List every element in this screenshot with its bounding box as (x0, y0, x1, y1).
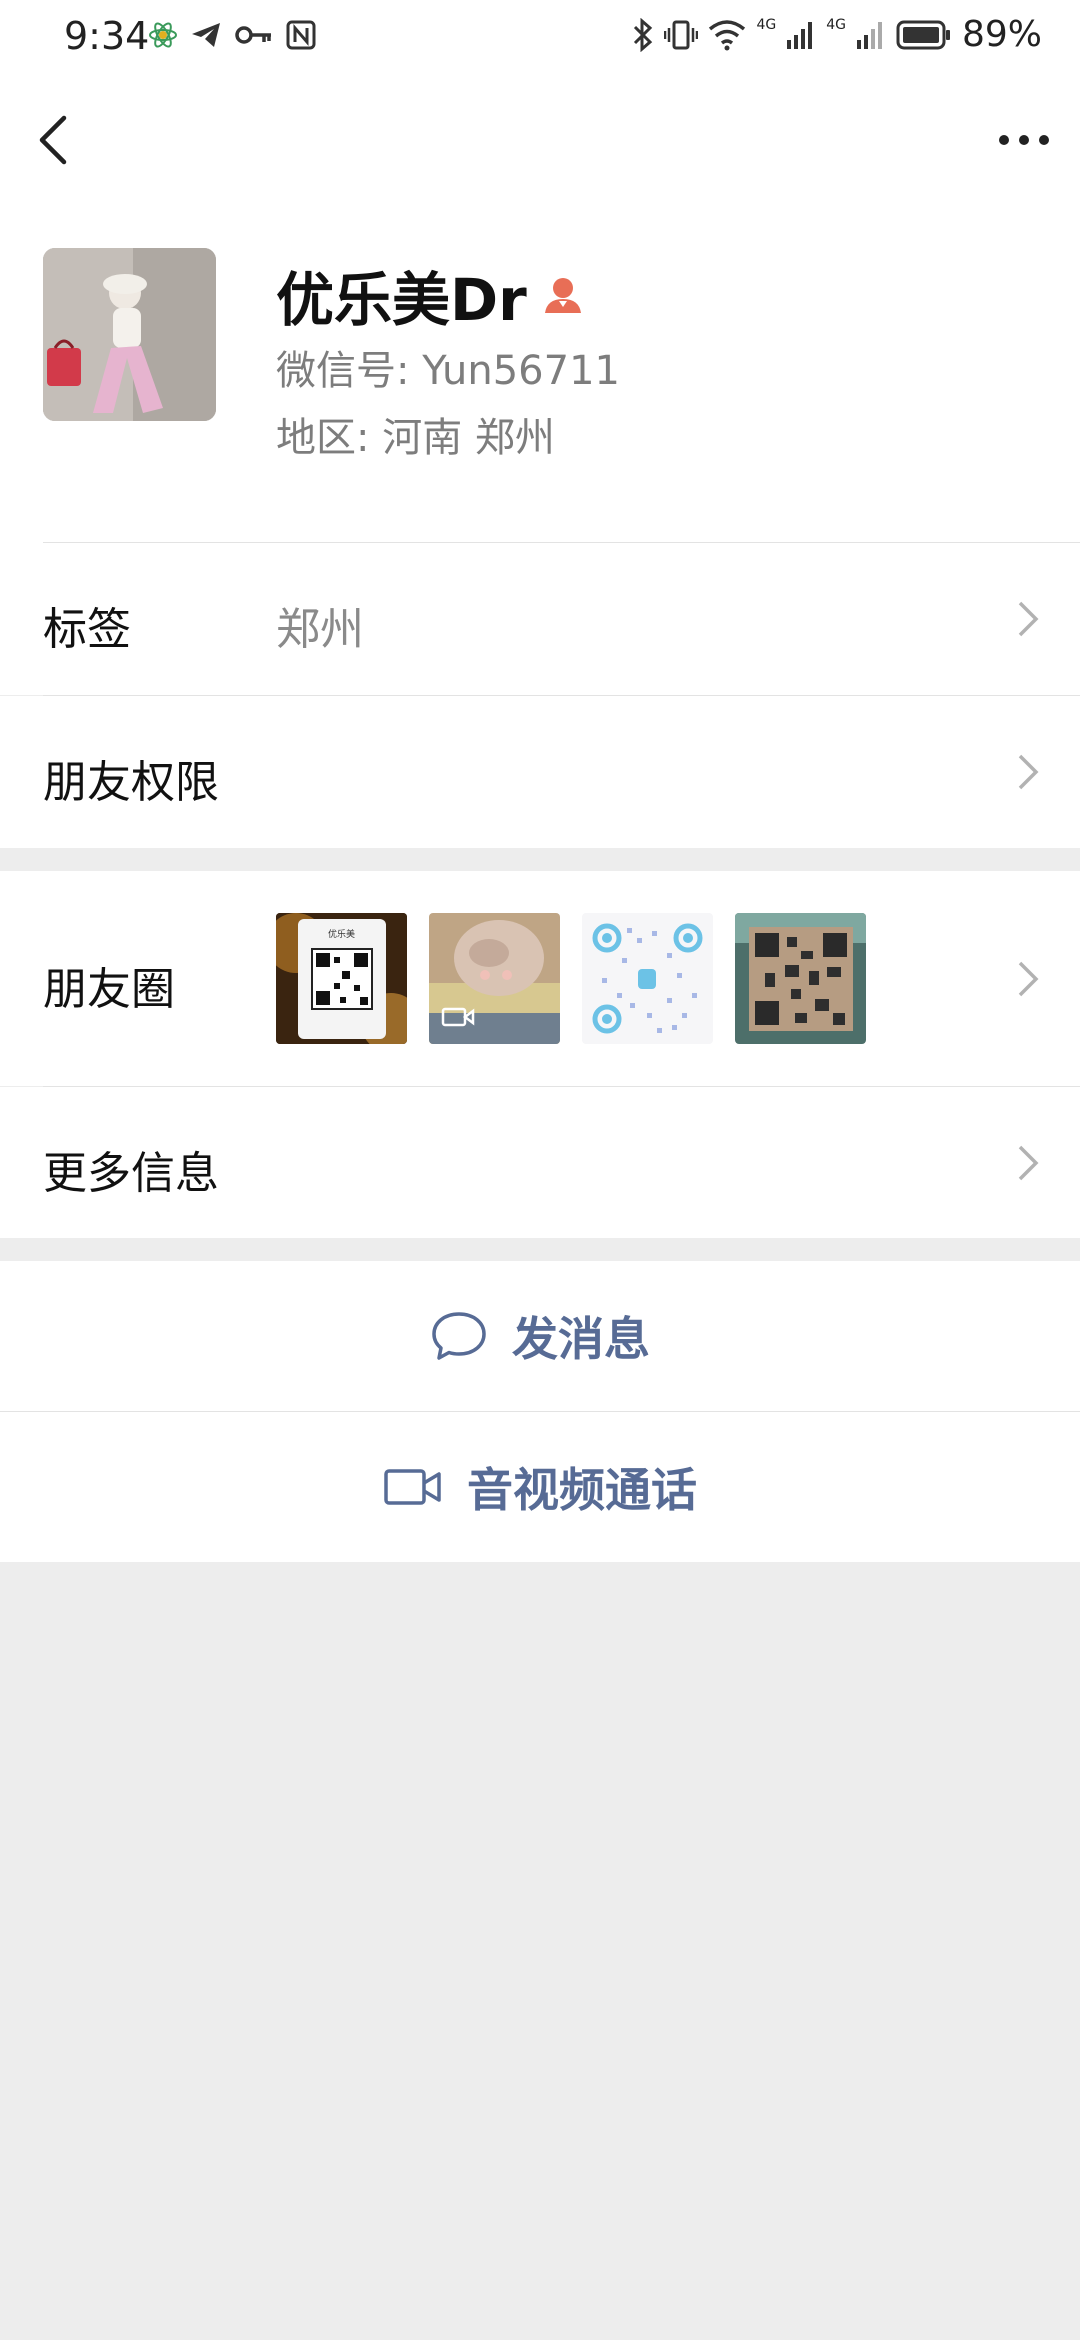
tags-row[interactable]: 标签 郑州 (0, 543, 1080, 695)
wifi-icon (709, 19, 746, 50)
status-bar: 9:34 4G 4G 89% (0, 0, 1080, 75)
battery-percent: 89% (961, 14, 1042, 55)
tags-value: 郑州 (276, 604, 364, 655)
tags-label: 标签 (43, 604, 131, 655)
more-info-row[interactable]: 更多信息 (0, 1087, 1080, 1238)
bluetooth-icon (634, 17, 653, 52)
send-message-button[interactable]: 发消息 (0, 1261, 1080, 1411)
status-time: 9:34 (64, 14, 150, 58)
voice-video-call-label: 音视频通话 (467, 1463, 697, 1517)
chevron-right-icon (1018, 601, 1039, 637)
voice-video-call-button[interactable]: 音视频通话 (0, 1412, 1080, 1562)
moments-thumb-video (429, 913, 560, 1044)
key-icon (235, 26, 271, 44)
chat-bubble-icon (432, 1312, 486, 1360)
contact-name: 优乐美Dr (276, 266, 527, 334)
wechat-id: 微信号: Yun56711 (276, 348, 620, 394)
chevron-left-icon[interactable] (34, 110, 74, 170)
vibrate-icon (664, 20, 699, 49)
telegram-icon (192, 23, 220, 47)
chevron-right-icon (1018, 961, 1039, 997)
nfc-icon (286, 20, 316, 50)
more-dots-icon[interactable] (994, 125, 1054, 155)
female-icon (544, 278, 581, 313)
signal-icon-2 (856, 21, 882, 49)
moments-thumb: 优乐美 (276, 913, 407, 1044)
moments-thumb (735, 913, 866, 1044)
chevron-right-icon (1018, 754, 1039, 790)
status-right-icons: 4G 4G 89% (632, 14, 1042, 55)
signal-icon-1 (787, 21, 813, 49)
name-row: 优乐美Dr (276, 253, 585, 337)
atom-icon (149, 22, 177, 48)
nav-bar (0, 75, 1080, 205)
avatar[interactable] (43, 248, 216, 421)
moments-label: 朋友圈 (43, 964, 175, 1015)
send-message-label: 发消息 (512, 1312, 650, 1366)
battery-icon (896, 20, 950, 49)
region: 地区: 河南 郑州 (276, 415, 555, 461)
network-type-1: 4G (756, 16, 777, 33)
moments-thumb (582, 913, 713, 1044)
profile-header: 优乐美Dr 微信号: Yun56711 地区: 河南 郑州 (0, 205, 1080, 543)
moments-row[interactable]: 朋友圈 优乐美 (0, 871, 1080, 1086)
chevron-right-icon (1018, 1145, 1039, 1181)
status-left-icons (148, 20, 316, 50)
more-info-label: 更多信息 (43, 1148, 219, 1199)
friend-permissions-row[interactable]: 朋友权限 (0, 696, 1080, 848)
friend-permissions-label: 朋友权限 (43, 757, 219, 808)
thumb-caption: 优乐美 (328, 930, 356, 940)
video-camera-icon (384, 1469, 441, 1505)
network-type-2: 4G (826, 16, 846, 33)
